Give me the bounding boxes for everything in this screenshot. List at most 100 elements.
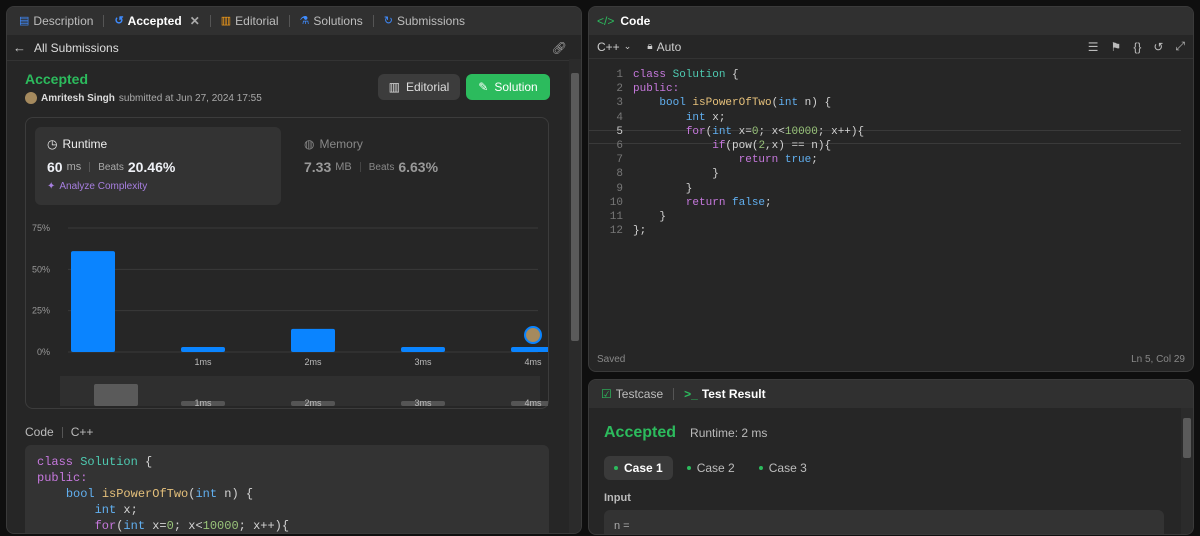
tab-solutions[interactable]: ⚗ Solutions: [296, 14, 367, 28]
line-number: 12: [609, 225, 623, 238]
left-tab-bar: ▤ Description ↺ Accepted ✕ ▥ Editorial ⚗ Solu…: [7, 7, 581, 35]
editor-scrollbar[interactable]: [1181, 59, 1193, 351]
fullscreen-icon[interactable]: ⤢: [1175, 39, 1185, 54]
avatar[interactable]: [25, 92, 37, 104]
x-tick-label: 1ms: [194, 357, 212, 367]
chevron-down-icon: ⌄: [623, 41, 632, 51]
navigator-label: 2ms: [304, 398, 322, 406]
chart-bar: [181, 347, 225, 352]
code-line: }: [633, 182, 693, 195]
y-tick-label: 50%: [32, 264, 50, 274]
y-tick-label: 25%: [32, 306, 50, 316]
chart-bar: [401, 347, 445, 352]
case-tab-3[interactable]: Case 3: [749, 456, 817, 480]
tab-accepted[interactable]: ↺ Accepted ✕: [110, 14, 203, 28]
history-icon: ↺: [114, 14, 124, 27]
bookmark-icon[interactable]: ⚑: [1111, 40, 1122, 54]
solution-button[interactable]: ✎ Solution: [466, 74, 550, 100]
left-scrollbar[interactable]: [569, 59, 581, 533]
user-avatar-marker: [524, 326, 542, 345]
flask-icon: ⚗: [299, 14, 310, 27]
code-line: }: [633, 210, 667, 223]
code-line: return true;: [738, 154, 818, 167]
code-line: class Solution {: [633, 69, 739, 81]
checkbox-icon: ☑: [601, 387, 612, 401]
close-tab-icon[interactable]: ✕: [190, 14, 200, 28]
navigator-label: 3ms: [414, 398, 432, 406]
code-line: int x;: [94, 503, 138, 517]
tab-submissions[interactable]: ↻ Submissions: [380, 14, 469, 28]
line-number: 10: [609, 196, 623, 209]
code-line: };: [633, 225, 647, 238]
line-number: 2: [616, 83, 623, 96]
submitted-code-block: class Solution {public: bool isPowerOfTw…: [25, 445, 549, 533]
auto-mode[interactable]: 🔒︎ Auto: [647, 40, 681, 54]
analyze-complexity-link[interactable]: ✦ Analyze Complexity: [47, 181, 269, 192]
code-line: public:: [633, 83, 680, 96]
braces-icon[interactable]: {}: [1133, 40, 1141, 54]
format-icon[interactable]: ☰: [1088, 40, 1099, 54]
scrollbar-thumb[interactable]: [571, 73, 579, 341]
input-box: n =: [604, 510, 1164, 534]
sparkle-icon: ✦: [47, 181, 56, 192]
book-icon: ▥: [388, 80, 400, 94]
code-line: for(int x=0; x<10000; x++){: [685, 125, 865, 138]
code-line: return false;: [685, 196, 772, 209]
navigator-label: 4ms: [524, 398, 542, 406]
link-icon[interactable]: 🔗︎: [552, 41, 567, 55]
code-line: }: [633, 168, 719, 181]
chart-bar: [71, 251, 115, 352]
y-tick-label: 75%: [32, 223, 50, 233]
code-editor[interactable]: 1 2 3 4 5 6 7 8 9 10 11 12 class Solution {public: …: [589, 66, 1189, 346]
submission-panel: ▤ Description ↺ Accepted ✕ ▥ Editorial ⚗ Solu…: [6, 6, 582, 534]
arrow-left-icon: ←: [13, 40, 26, 55]
memory-card[interactable]: ◍ Memory 7.33 MB Beats 6.63%: [302, 127, 532, 205]
language-select[interactable]: C++ ⌄: [597, 40, 631, 54]
description-icon: ▤: [19, 14, 30, 27]
runtime-distribution-chart: 0% 25% 50% 75% 1ms 2ms 3ms 4ms 1ms 2ms 3ms 4ms: [32, 223, 548, 406]
y-tick-label: 0%: [37, 347, 50, 357]
line-number: 3: [616, 97, 623, 110]
book-icon: ▥: [220, 14, 232, 27]
edit-icon: ✎: [478, 80, 489, 94]
chart-bar: [511, 347, 548, 352]
line-number: 4: [616, 111, 623, 124]
line-number: 7: [616, 154, 623, 167]
tab-test-result[interactable]: >_ Test Result: [680, 387, 769, 401]
chart-bar: [291, 328, 335, 352]
test-result-panel: ☑ Testcase >_ Test Result Accepted Runtime…: [588, 379, 1194, 535]
history-icon: ↻: [383, 14, 393, 27]
line-number: 5: [616, 125, 623, 138]
code-line: bool isPowerOfTwo(int n) {: [659, 97, 832, 110]
result-status: Accepted: [604, 424, 677, 441]
scrollbar-thumb[interactable]: [1183, 418, 1191, 458]
line-number: 6: [616, 139, 623, 152]
line-number: 1: [616, 69, 623, 81]
case-tab-2[interactable]: Case 2: [677, 456, 745, 480]
navigator-label: 1ms: [194, 398, 212, 406]
result-scrollbar[interactable]: [1181, 408, 1193, 534]
editorial-button[interactable]: ▥ Editorial: [378, 74, 460, 100]
line-number: 9: [616, 182, 623, 195]
tab-editorial[interactable]: ▥ Editorial: [217, 14, 283, 28]
x-tick-label: 4ms: [524, 357, 542, 367]
code-line: for(int x=0; x<10000; x++){: [94, 519, 290, 533]
x-tick-label: 3ms: [414, 357, 432, 367]
memory-icon: ◍: [304, 137, 315, 151]
line-number: 11: [609, 210, 623, 223]
runtime-card[interactable]: ◷ Runtime 60 ms Beats 20.46% ✦ Analyze Com…: [35, 127, 281, 205]
clock-icon: ◷: [47, 137, 58, 151]
code-line: int x;: [685, 111, 726, 124]
reset-icon[interactable]: ↺: [1153, 40, 1163, 54]
back-to-all-submissions[interactable]: ← All Submissions: [13, 40, 119, 55]
line-number: 8: [616, 168, 623, 181]
lock-icon: 🔒︎: [647, 41, 653, 52]
tab-description[interactable]: ▤ Description: [15, 14, 97, 28]
code-line: if(pow(2,x) == n){: [712, 139, 832, 152]
x-tick-label: 2ms: [304, 357, 322, 367]
tab-testcase[interactable]: ☑ Testcase: [597, 387, 667, 401]
code-editor-panel: </> Code C++ ⌄ 🔒︎ Auto ☰ ⚑ {} ↺ ⤢ 12345678…: [588, 6, 1194, 372]
navigator-bar: [94, 384, 138, 406]
username[interactable]: Amritesh Singh: [41, 93, 115, 104]
case-tab-1[interactable]: Case 1: [604, 456, 673, 480]
